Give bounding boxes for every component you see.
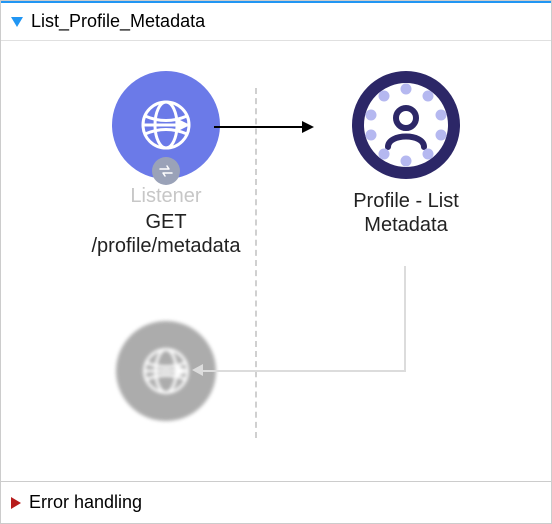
error-handling-header[interactable]: Error handling xyxy=(1,481,551,523)
flow-title: List_Profile_Metadata xyxy=(31,11,205,32)
expand-toggle-icon[interactable] xyxy=(11,497,21,509)
profile-processor-node[interactable]: Profile - List Metadata xyxy=(321,71,491,237)
http-listener-icon xyxy=(112,71,220,179)
sync-badge-icon xyxy=(152,157,180,185)
flow-header[interactable]: List_Profile_Metadata xyxy=(1,3,551,41)
return-connector-horizontal xyxy=(202,370,406,372)
return-connector-vertical xyxy=(404,266,406,371)
expand-toggle-icon[interactable] xyxy=(11,17,23,27)
connector-arrow xyxy=(214,121,314,133)
processor-title: Profile - List Metadata xyxy=(321,189,491,237)
source-processor-divider xyxy=(255,88,257,438)
globe-arrow-icon xyxy=(136,95,196,155)
flow-canvas[interactable]: Listener GET /profile/metadata xyxy=(1,41,551,481)
flow-panel: List_Profile_Metadata xyxy=(0,0,552,524)
listener-path-label: GET /profile/metadata xyxy=(81,210,251,258)
listener-type-label: Listener xyxy=(81,185,251,208)
return-connector-arrowhead xyxy=(192,364,203,376)
listener-node[interactable]: Listener GET /profile/metadata xyxy=(81,71,251,258)
profile-connector-icon xyxy=(352,71,460,179)
error-section-title: Error handling xyxy=(29,492,142,513)
